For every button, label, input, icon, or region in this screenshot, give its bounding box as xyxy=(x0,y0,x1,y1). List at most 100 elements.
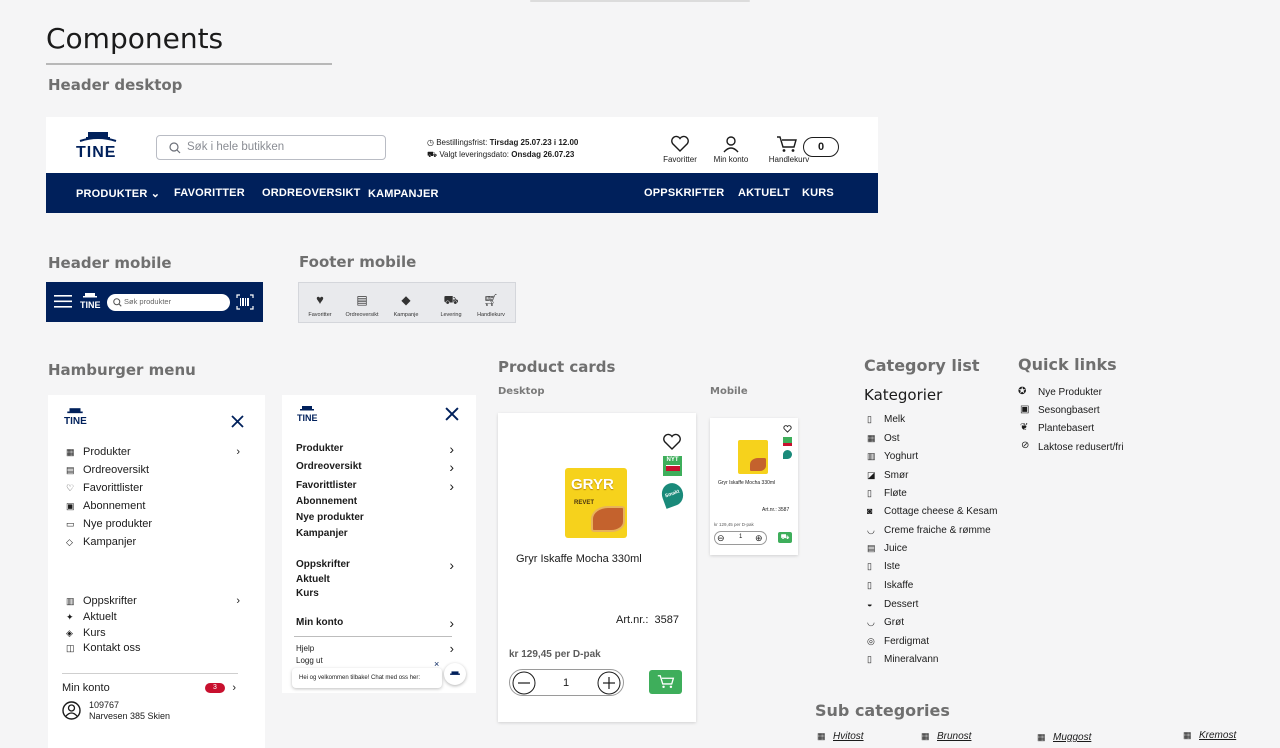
sub-category-kremost[interactable]: Kremost xyxy=(1199,730,1236,741)
nav-aktuelt[interactable]: AKTUELT xyxy=(738,187,790,199)
menu-item-label: Ordreoversikt xyxy=(83,464,150,476)
category-item-melk[interactable]: Melk xyxy=(884,414,905,425)
quantity-value[interactable]: 1 xyxy=(563,677,569,689)
menu-item-abonnement[interactable]: ▣ Abonnement xyxy=(66,500,145,512)
minus-icon[interactable] xyxy=(512,671,536,695)
quick-link-sesongbasert[interactable]: Sesongbasert xyxy=(1038,405,1100,416)
menu-item-ordreoversikt[interactable]: ▤ Ordreoversikt xyxy=(66,464,149,476)
account-button[interactable]: Min konto xyxy=(709,135,753,164)
close-icon[interactable]: × xyxy=(434,654,439,674)
chevron-right-icon: › xyxy=(236,446,240,458)
menu-item-min-konto[interactable]: Min konto 3 › xyxy=(62,682,242,694)
menu-item-min-konto[interactable]: Min konto › xyxy=(296,615,454,631)
chat-bubble[interactable]: Hei og velkommen tilbake! Chat med oss h… xyxy=(292,659,442,688)
quantity-stepper[interactable]: ⊖ 1 ⊕ xyxy=(714,531,767,545)
minus-icon[interactable]: ⊖ xyxy=(717,532,725,544)
favorites-label: Favoritter xyxy=(663,155,697,164)
menu-item-oppskrifter[interactable]: ▥ Oppskrifter › xyxy=(66,595,246,607)
quick-link-nye-produkter[interactable]: Nye Produkter xyxy=(1038,387,1102,398)
nav-kampanjer[interactable]: KAMPANJER xyxy=(368,188,439,200)
favorites-button[interactable]: Favoritter xyxy=(658,135,702,164)
menu-item-ordreoversikt[interactable]: Ordreoversikt › xyxy=(296,459,454,475)
category-item-ferdigmat[interactable]: Ferdigmat xyxy=(884,636,929,647)
add-to-cart-button[interactable] xyxy=(649,670,682,694)
nav-kurs[interactable]: KURS xyxy=(802,187,834,199)
plus-icon[interactable]: ⊕ xyxy=(755,532,763,544)
quick-link-laktose[interactable]: Laktose redusert/fri xyxy=(1038,442,1124,453)
menu-item-kurs[interactable]: ◈ Kurs xyxy=(66,627,106,639)
category-item-flote[interactable]: Fløte xyxy=(884,488,907,499)
search-input[interactable]: Søk produkter xyxy=(107,294,230,311)
footer-item-kampanje[interactable]: ◆ Kampanje xyxy=(386,293,426,318)
sub-category-muggost[interactable]: Muggost xyxy=(1053,732,1091,743)
menu-item-label: Hjelp xyxy=(296,644,315,653)
quantity-value[interactable]: 1 xyxy=(739,534,742,540)
category-item-smor[interactable]: Smør xyxy=(884,470,908,481)
tine-logo[interactable]: TINE xyxy=(76,129,120,163)
category-item-juice[interactable]: Juice xyxy=(884,543,907,554)
menu-item-kampanjer[interactable]: Kampanjer xyxy=(296,528,348,539)
quick-link-plantebasert[interactable]: Plantebasert xyxy=(1038,423,1094,434)
menu-item-label: Produkter xyxy=(83,446,131,458)
menu-item-hjelp[interactable]: Hjelp › xyxy=(296,641,454,656)
menu-item-oppskrifter[interactable]: Oppskrifter › xyxy=(296,557,454,573)
header-mobile: TINE Søk produkter xyxy=(46,282,263,322)
delivery-info: ◷ Bestillingsfrist: Tirsdag 25.07.23 i 1… xyxy=(427,137,578,161)
menu-item-kampanjer[interactable]: ◇ Kampanjer xyxy=(66,536,136,548)
category-item-yoghurt[interactable]: Yoghurt xyxy=(884,451,918,462)
close-icon[interactable] xyxy=(445,407,459,421)
cart-count-badge: 0 xyxy=(803,137,839,157)
nav-favoritter[interactable]: FAVORITTER xyxy=(174,187,245,199)
hamburger-icon[interactable] xyxy=(54,295,72,308)
menu-item-abonnement[interactable]: Abonnement xyxy=(296,496,357,507)
chat-avatar[interactable] xyxy=(444,663,466,685)
tine-logo[interactable]: TINE xyxy=(80,292,101,310)
category-item-iskaffe[interactable]: Iskaffe xyxy=(884,580,913,591)
tine-logo[interactable]: TINE xyxy=(297,405,318,423)
menu-item-kurs[interactable]: Kurs xyxy=(296,588,319,599)
footer-item-handlekurv[interactable]: 🛒︎ Handlekurv xyxy=(471,293,511,318)
menu-item-produkter[interactable]: ▦ Produkter › xyxy=(66,446,246,458)
category-item-cottage-cheese[interactable]: Cottage cheese & Kesam xyxy=(884,506,997,517)
menu-item-nye-produkter[interactable]: ▭ Nye produkter xyxy=(66,518,152,530)
sub-category-brunost[interactable]: Brunost xyxy=(937,731,971,742)
menu-item-kontakt-oss[interactable]: ◫ Kontakt oss xyxy=(66,642,140,654)
category-item-iste[interactable]: Iste xyxy=(884,561,900,572)
quantity-stepper[interactable]: 1 xyxy=(509,669,624,696)
footer-item-levering[interactable]: ⛟ Levering xyxy=(431,293,471,318)
close-icon[interactable] xyxy=(231,415,244,428)
plus-icon[interactable] xyxy=(597,671,621,695)
heart-icon[interactable] xyxy=(662,433,682,451)
menu-item-aktuelt[interactable]: Aktuelt xyxy=(296,574,330,585)
menu-item-favorittlister[interactable]: Favorittlister › xyxy=(296,478,454,494)
menu-item-favorittlister[interactable]: ♡ Favorittlister xyxy=(66,482,143,494)
nav-oppskrifter[interactable]: OPPSKRIFTER xyxy=(644,187,724,199)
sub-category-hvitost[interactable]: Hvitost xyxy=(833,731,864,742)
heart-icon[interactable] xyxy=(783,425,792,433)
new-product-badge: NYT xyxy=(663,456,682,476)
nav-ordreoversikt[interactable]: ORDREOVERSIKT xyxy=(262,187,361,199)
add-to-cart-button[interactable]: ⛟ xyxy=(778,532,792,543)
footer-item-favoritter[interactable]: ♥ Favoritter xyxy=(300,293,340,319)
category-item-mineralvann[interactable]: Mineralvann xyxy=(884,654,938,665)
tine-logo-mark xyxy=(83,293,97,298)
barcode-scan-icon[interactable] xyxy=(236,294,254,310)
menu-item-logg-ut[interactable]: Logg ut xyxy=(296,656,323,665)
pizza-image xyxy=(750,458,766,471)
menu-item-aktuelt[interactable]: ✦ Aktuelt xyxy=(66,611,117,623)
footer-item-label: Levering xyxy=(440,312,462,318)
nav-produkter[interactable]: PRODUKTER ⌄ xyxy=(76,187,160,200)
category-item-grot[interactable]: Grøt xyxy=(884,617,904,628)
tine-logo[interactable]: TINE xyxy=(64,407,87,427)
product-card-desktop[interactable]: NYT Smakt GRYR REVET Gryr Iskaffe Mocha … xyxy=(498,413,696,722)
menu-item-produkter[interactable]: Produkter › xyxy=(296,441,454,457)
footer-item-ordreoversikt[interactable]: ▤ Ordreoversikt xyxy=(342,293,382,318)
product-card-mobile[interactable]: Gryr Iskaffe Mocha 330ml Art.nr.: 3587 k… xyxy=(710,418,798,555)
tine-logo-text: TINE xyxy=(76,144,117,161)
recipe-icon: ▥ xyxy=(66,596,75,606)
category-item-creme-fraiche[interactable]: Creme fraiche & rømme xyxy=(884,525,991,536)
category-item-dessert[interactable]: Dessert xyxy=(884,599,918,610)
category-item-ost[interactable]: Ost xyxy=(884,433,900,444)
search-input[interactable]: Søk i hele butikken xyxy=(156,135,386,160)
menu-item-nye-produkter[interactable]: Nye produkter xyxy=(296,512,364,523)
